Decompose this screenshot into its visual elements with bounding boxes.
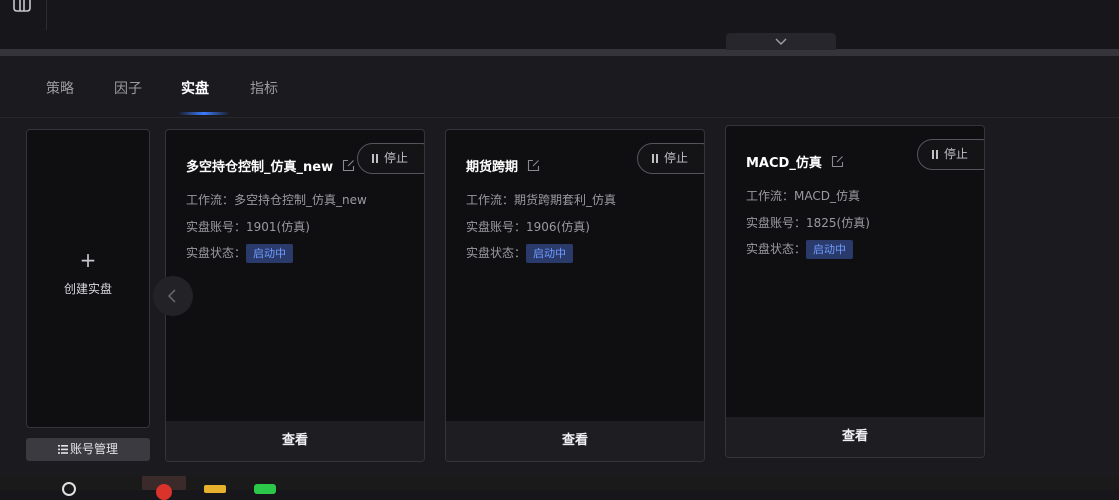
panel-divider[interactable] xyxy=(0,49,1119,56)
search-icon[interactable] xyxy=(62,482,76,496)
status-label: 实盘状态： xyxy=(466,246,527,260)
stop-button[interactable]: 停止 xyxy=(917,139,984,170)
status-row: 实盘状态： 启动中 xyxy=(186,244,294,263)
create-live-card[interactable]: + 创建实盘 xyxy=(26,129,150,428)
pause-icon xyxy=(932,150,938,159)
account-value: 1906(仿真) xyxy=(526,220,590,234)
tab-bar: 策略 因子 实盘 指标 xyxy=(0,56,1119,118)
account-manage-button[interactable]: 账号管理 xyxy=(26,438,150,461)
workflow-label: 工作流： xyxy=(746,189,795,203)
account-row: 实盘账号：1901(仿真) xyxy=(186,218,310,235)
tab-strategy[interactable]: 策略 xyxy=(46,78,74,98)
account-value: 1901(仿真) xyxy=(246,220,310,234)
active-tab-indicator xyxy=(178,112,230,115)
folder-icon[interactable] xyxy=(204,485,226,493)
create-live-label: 创建实盘 xyxy=(63,282,112,296)
stop-button[interactable]: 停止 xyxy=(637,143,704,174)
grid-icon[interactable] xyxy=(12,0,32,12)
stop-label: 停止 xyxy=(944,147,969,161)
os-taskbar xyxy=(0,476,1119,500)
pause-icon xyxy=(652,154,658,163)
view-button[interactable]: 查看 xyxy=(446,421,704,461)
status-row: 实盘状态： 启动中 xyxy=(746,240,854,259)
live-card: 多空持仓控制_仿真_new 停止 工作流：多空持仓控制_仿真_new 实盘账号：… xyxy=(165,129,425,462)
workflow-row: 工作流：MACD_仿真 xyxy=(746,187,860,204)
chevron-down-icon xyxy=(775,38,787,45)
status-label: 实盘状态： xyxy=(746,242,807,256)
account-label: 实盘账号： xyxy=(746,216,807,230)
status-badge: 启动中 xyxy=(246,244,294,263)
stop-label: 停止 xyxy=(664,151,689,165)
browser-icon xyxy=(156,484,172,500)
workflow-row: 工作流：期货跨期套利_仿真 xyxy=(466,191,616,208)
view-button[interactable]: 查看 xyxy=(166,421,424,461)
live-card: MACD_仿真 停止 工作流：MACD_仿真 实盘账号：1825(仿真) 实盘状… xyxy=(725,125,985,458)
tab-live[interactable]: 实盘 xyxy=(181,78,209,98)
live-card: 期货跨期 停止 工作流：期货跨期套利_仿真 实盘账号：1906(仿真) 实盘状态… xyxy=(445,129,705,462)
stop-button[interactable]: 停止 xyxy=(357,143,424,174)
pause-icon xyxy=(372,154,378,163)
bottom-panel: 策略 因子 实盘 指标 + 创建实盘 账号管理 多空持仓控制_仿真_new 停止… xyxy=(0,56,1119,490)
collapse-toggle[interactable] xyxy=(726,33,836,50)
edit-icon[interactable] xyxy=(527,159,540,172)
status-badge: 启动中 xyxy=(526,244,574,263)
toolbar-divider xyxy=(46,0,47,30)
card-title: 多空持仓控制_仿真_new xyxy=(186,160,334,175)
edit-icon[interactable] xyxy=(342,159,355,172)
workflow-value: 期货跨期套利_仿真 xyxy=(514,193,617,207)
chat-app-icon[interactable] xyxy=(254,484,276,494)
workflow-label: 工作流： xyxy=(186,193,235,207)
list-icon xyxy=(57,445,68,454)
tab-factor[interactable]: 因子 xyxy=(114,78,142,98)
status-label: 实盘状态： xyxy=(186,246,247,260)
status-row: 实盘状态： 启动中 xyxy=(466,244,574,263)
account-manage-label: 账号管理 xyxy=(69,442,118,456)
tab-indicator[interactable]: 指标 xyxy=(250,78,278,98)
prev-page-button[interactable] xyxy=(153,276,193,316)
plus-icon: + xyxy=(79,248,97,272)
account-row: 实盘账号：1906(仿真) xyxy=(466,218,590,235)
workflow-row: 工作流：多空持仓控制_仿真_new xyxy=(186,191,367,208)
account-row: 实盘账号：1825(仿真) xyxy=(746,214,870,231)
account-label: 实盘账号： xyxy=(466,220,527,234)
card-title: MACD_仿真 xyxy=(746,156,822,171)
workflow-value: 多空持仓控制_仿真_new xyxy=(234,193,367,207)
card-title: 期货跨期 xyxy=(466,160,519,175)
workflow-label: 工作流： xyxy=(466,193,515,207)
top-toolbar xyxy=(0,0,1119,50)
taskbar-app-active[interactable] xyxy=(142,476,186,500)
view-button[interactable]: 查看 xyxy=(726,417,984,457)
workflow-value: MACD_仿真 xyxy=(794,189,860,203)
account-value: 1825(仿真) xyxy=(806,216,870,230)
account-label: 实盘账号： xyxy=(186,220,247,234)
chevron-left-icon xyxy=(167,289,176,303)
status-badge: 启动中 xyxy=(806,240,854,259)
edit-icon[interactable] xyxy=(831,155,844,168)
stop-label: 停止 xyxy=(384,151,409,165)
